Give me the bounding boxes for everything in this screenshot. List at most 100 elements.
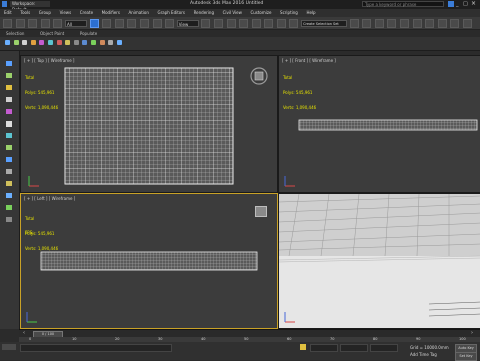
named-selection-set-dropdown[interactable]: Create Selection Set <box>301 20 348 27</box>
selection-filter-dropdown[interactable]: All <box>64 20 87 27</box>
viewport-config-icon[interactable] <box>116 40 122 45</box>
box-tool-icon[interactable] <box>6 121 12 127</box>
keyboard-shortcut-icon[interactable] <box>226 19 236 28</box>
lock-selection-icon[interactable] <box>300 344 306 350</box>
select-by-name-icon[interactable] <box>102 19 112 28</box>
render-production-icon[interactable] <box>463 19 472 28</box>
menu-create[interactable]: Create <box>80 9 93 17</box>
tab-object-paint[interactable]: Object Paint <box>40 30 64 37</box>
systems-icon[interactable] <box>90 40 96 45</box>
viewport-left[interactable]: [ + ] [ Left ] [ Wireframe ] Total Polys… <box>20 193 278 329</box>
render-setup-icon[interactable] <box>437 19 447 28</box>
unlink-icon[interactable] <box>40 19 50 28</box>
light-tool-icon[interactable] <box>6 85 12 90</box>
align-icon[interactable] <box>362 19 372 28</box>
link-icon[interactable] <box>28 19 38 28</box>
app-logo-icon[interactable] <box>2 1 7 7</box>
redo-icon[interactable] <box>15 19 25 28</box>
menu-views[interactable]: Views <box>60 9 72 17</box>
help-icon[interactable] <box>448 1 454 7</box>
region-select-icon[interactable] <box>114 19 124 28</box>
undo-icon[interactable] <box>3 19 12 28</box>
select-object-icon[interactable] <box>89 19 99 28</box>
layer-explorer-icon[interactable] <box>374 19 384 28</box>
scale-icon[interactable] <box>165 19 175 28</box>
reference-coord-dropdown[interactable]: View <box>176 20 199 27</box>
menu-edit[interactable]: Edit <box>4 9 12 17</box>
maximize-icon[interactable]: □ <box>463 1 468 7</box>
timeline[interactable]: 0 / 100 ‹ › 0 10 20 30 40 50 60 70 80 90… <box>19 329 480 343</box>
curve-editor-icon[interactable] <box>400 19 410 28</box>
helpers-icon[interactable] <box>73 40 79 45</box>
spinner-snap-icon[interactable] <box>276 19 286 28</box>
menu-help[interactable]: Help <box>306 9 315 17</box>
mirror-icon[interactable] <box>349 19 359 28</box>
paint-tool-icon[interactable] <box>6 73 12 78</box>
tab-populate[interactable]: Populate <box>80 30 97 37</box>
create-icon[interactable] <box>5 40 10 45</box>
menu-animation[interactable]: Animation <box>129 9 149 17</box>
plane-tool-icon[interactable] <box>6 157 12 162</box>
select-manipulate-icon[interactable] <box>213 19 223 28</box>
material-editor-icon[interactable] <box>425 19 435 28</box>
geometry-icon[interactable] <box>108 40 114 45</box>
y-coordinate-field[interactable] <box>340 344 368 352</box>
space-warps-icon[interactable] <box>82 40 88 45</box>
lights-icon[interactable] <box>56 40 62 45</box>
maxscript-listener-icon[interactable] <box>2 344 16 350</box>
prompt-line[interactable] <box>20 344 172 352</box>
search-input[interactable]: Type a keyword or phrase <box>362 1 444 7</box>
viewcube-icon[interactable] <box>255 206 267 217</box>
camera-tool-icon[interactable] <box>6 97 12 102</box>
warp-tool-icon[interactable] <box>6 193 12 198</box>
move-icon[interactable] <box>139 19 149 28</box>
timeline-prev-icon[interactable]: ‹ <box>23 330 25 336</box>
rendered-frame-window-icon[interactable] <box>450 19 460 28</box>
display-icon[interactable] <box>39 40 45 45</box>
object-tool-icon[interactable] <box>6 109 12 114</box>
edit-named-selection-icon[interactable] <box>289 19 299 28</box>
helper-tool-icon[interactable] <box>6 181 12 186</box>
sphere-tool-icon[interactable] <box>6 133 12 138</box>
menu-graph-editors[interactable]: Graph Editors <box>158 9 185 17</box>
menu-scripting[interactable]: Scripting <box>280 9 298 17</box>
window-crossing-icon[interactable] <box>127 19 137 28</box>
tab-selection[interactable]: Selection <box>6 30 24 37</box>
z-coordinate-field[interactable] <box>370 344 398 352</box>
rotate-icon[interactable] <box>152 19 162 28</box>
misc-tool-icon[interactable] <box>6 217 12 222</box>
menu-tools[interactable]: Tools <box>20 9 30 17</box>
viewcube-icon[interactable] <box>249 66 269 86</box>
modify-icon[interactable] <box>13 40 19 45</box>
snaps-toggle-icon[interactable] <box>239 19 249 28</box>
system-tool-icon[interactable] <box>6 205 12 210</box>
workspace-dropdown[interactable]: Workspace: Default <box>10 1 50 12</box>
close-icon[interactable]: × <box>471 0 476 7</box>
select-tool-icon[interactable] <box>6 61 12 66</box>
cylinder-tool-icon[interactable] <box>6 145 12 150</box>
shapes-icon[interactable] <box>99 40 105 45</box>
motion-icon[interactable] <box>30 40 36 45</box>
menu-rendering[interactable]: Rendering <box>194 9 214 17</box>
pivot-center-icon[interactable] <box>201 19 211 28</box>
hierarchy-icon[interactable] <box>22 40 28 45</box>
schematic-view-icon[interactable] <box>412 19 422 28</box>
shape-tool-icon[interactable] <box>6 169 12 174</box>
menu-civil-view[interactable]: Civil View <box>223 9 242 17</box>
graphite-toolbar-icon[interactable] <box>387 19 397 28</box>
angle-snap-icon[interactable] <box>251 19 261 28</box>
menu-group[interactable]: Group <box>39 9 51 17</box>
add-time-tag-button[interactable]: Add Time Tag <box>410 352 437 357</box>
cameras-icon[interactable] <box>65 40 71 45</box>
utilities-icon[interactable] <box>47 40 53 45</box>
viewport-perspective[interactable] <box>278 193 480 329</box>
viewport-top[interactable]: [ + ] [ Top ] [ Wireframe ] Total Polys:… <box>20 55 278 193</box>
menu-customize[interactable]: Customize <box>250 9 271 17</box>
x-coordinate-field[interactable] <box>310 344 338 352</box>
viewport-front[interactable]: [ + ] [ Front ] [ Wireframe ] Total Poly… <box>278 55 480 193</box>
menu-modifiers[interactable]: Modifiers <box>102 9 120 17</box>
timeline-next-icon[interactable]: › <box>471 330 473 336</box>
percent-snap-icon[interactable] <box>264 19 274 28</box>
bind-space-warp-icon[interactable] <box>53 19 63 28</box>
minimize-icon[interactable]: _ <box>456 1 459 7</box>
